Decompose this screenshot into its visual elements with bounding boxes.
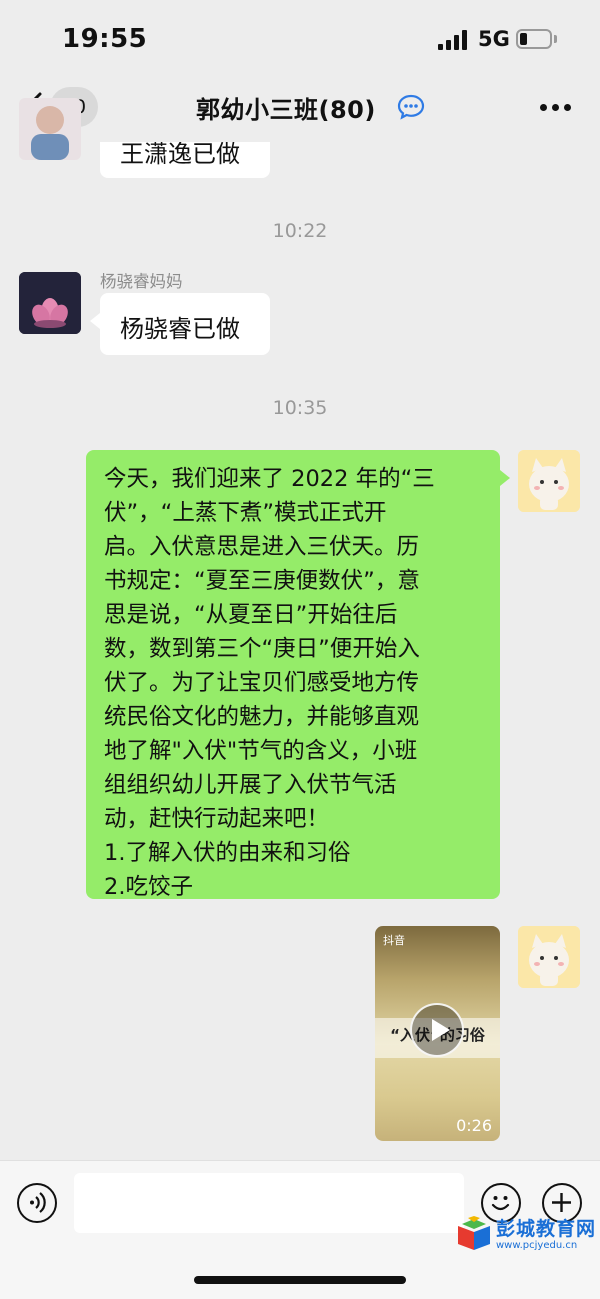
message-line: 伏了。为了让宝贝们感受地方传	[104, 670, 420, 696]
avatar[interactable]	[518, 450, 580, 512]
message-line: 地了解"入伏"节气的含义，小班	[104, 738, 418, 764]
message-line: 思是说，“从夏至日”开始往后	[104, 602, 398, 628]
avatar[interactable]	[19, 98, 81, 160]
watermark-url: www.pcjyedu.cn	[496, 1240, 578, 1251]
message-text: 王潇逸已做	[120, 140, 240, 168]
sender-name: 杨骁睿妈妈	[100, 272, 183, 291]
message-line: 伏”，“上蒸下煮”模式正式开	[104, 500, 387, 526]
message-bubble[interactable]: 今天，我们迎来了 2022 年的“三 伏”，“上蒸下煮”模式正式开启。入伏意思是进…	[86, 450, 510, 900]
message-line: 启。入伏意思是进入三伏天。历	[104, 534, 420, 560]
video-message[interactable]: 抖音 “入伏”的习俗 0:26	[375, 926, 500, 1141]
book-logo-icon	[458, 1216, 490, 1250]
play-icon[interactable]	[410, 1003, 464, 1057]
video-duration: 0:26	[456, 1116, 492, 1135]
more-options-icon[interactable]	[540, 104, 572, 112]
cat-avatar-icon	[518, 926, 580, 988]
message-line: 统民俗文化的魅力，并能够直观	[104, 704, 420, 730]
status-bar: 19:55 5G	[0, 0, 600, 80]
watermark-title: 彭城教育网	[496, 1218, 597, 1240]
voice-input-icon[interactable]	[17, 1183, 57, 1223]
avatar[interactable]	[19, 272, 81, 334]
message-line: 动，赶快行动起来吧！	[104, 806, 330, 832]
battery-tip	[554, 35, 557, 43]
message-line: 今天，我们迎来了 2022 年的“三	[104, 466, 435, 492]
message-bubble[interactable]: 杨骁睿已做	[90, 293, 270, 355]
message-text: 今天，我们迎来了 2022 年的“三 伏”，“上蒸下煮”模式正式开启。入伏意思是进…	[104, 462, 486, 904]
message-line: 数，数到第三个“庚日”便开始入	[104, 636, 420, 662]
message-text: 杨骁睿已做	[120, 315, 240, 343]
lotus-avatar-icon	[19, 272, 81, 334]
home-indicator[interactable]	[194, 1276, 406, 1284]
video-source-label: 抖音	[383, 934, 405, 947]
message-line: 书规定：“夏至三庚便数伏”，意	[104, 568, 420, 594]
timestamp: 10:35	[272, 397, 328, 419]
cat-avatar-icon	[518, 450, 580, 512]
message-line: 组组织幼儿开展了入伏节气活	[104, 772, 397, 798]
user-avatar-icon	[31, 106, 69, 160]
avatar[interactable]	[518, 926, 580, 988]
battery-icon	[516, 29, 552, 49]
network-type: 5G	[478, 27, 510, 51]
chat-header: 20 郭幼小三班(80)	[0, 80, 600, 135]
chat-title: 郭幼小三班(80)	[196, 96, 376, 124]
signal-icon	[438, 30, 470, 50]
status-time: 19:55	[62, 24, 148, 54]
timestamp: 10:22	[272, 220, 328, 242]
group-chat-icon	[397, 94, 425, 120]
message-line: 2.吃饺子	[104, 874, 193, 900]
message-line: 1.了解入伏的由来和习俗	[104, 840, 351, 866]
site-watermark: 彭城教育网 www.pcjyedu.cn	[456, 1214, 596, 1254]
message-input[interactable]	[74, 1173, 464, 1233]
